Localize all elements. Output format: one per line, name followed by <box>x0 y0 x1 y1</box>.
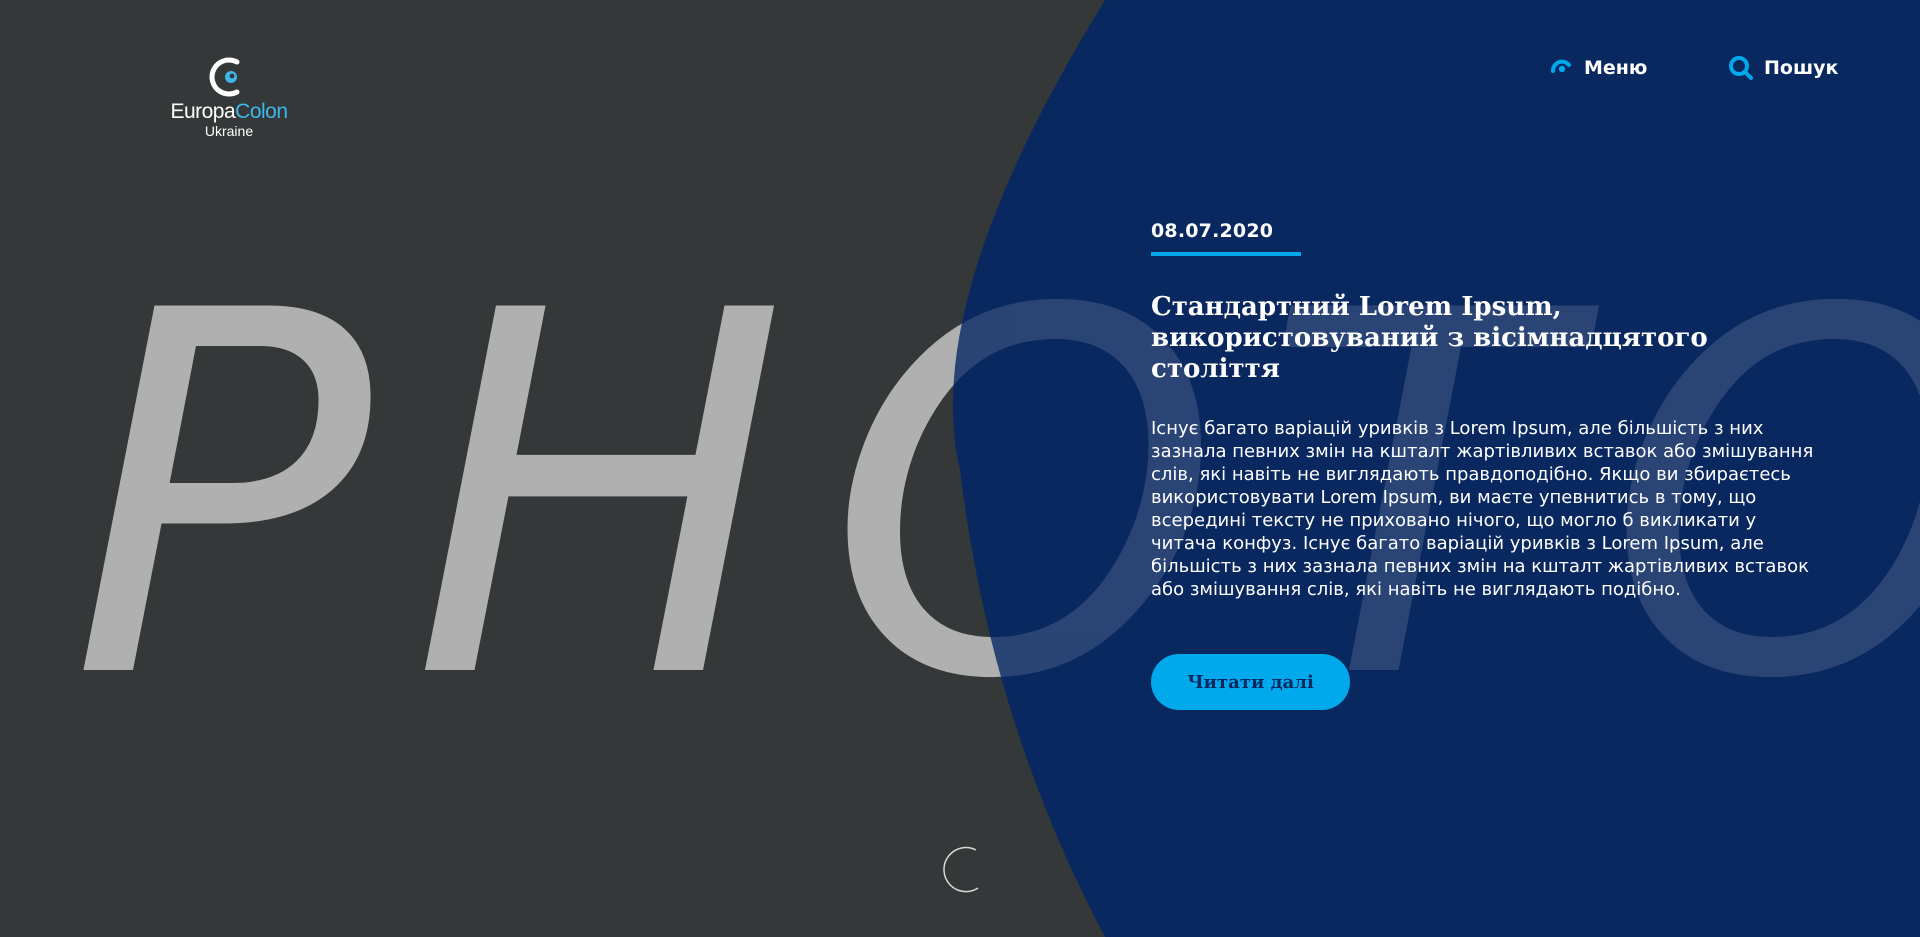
article-body: Існує багато варіацій уривків з Lorem Ip… <box>1151 418 1814 600</box>
article-date: 08.07.2020 <box>1151 220 1274 242</box>
read-more-button[interactable]: Читати далі <box>1151 654 1350 710</box>
search-label: Пошук <box>1764 57 1839 79</box>
top-navigation: Меню Пошук <box>0 52 1920 84</box>
menu-label: Меню <box>1584 57 1648 79</box>
menu-button[interactable]: Меню <box>1548 52 1647 84</box>
search-button[interactable]: Пошук <box>1728 52 1838 84</box>
loading-spinner-icon <box>943 846 979 893</box>
brand-name: EuropaColon <box>170 100 288 123</box>
article-title: Стандартний Lorem Ipsum, використовувани… <box>1151 292 1708 384</box>
brand-subtitle: Ukraine <box>204 123 254 139</box>
news-article: 08.07.2020 Стандартний Lorem Ipsum, вико… <box>1151 220 1831 710</box>
date-underline <box>1151 252 1301 256</box>
search-icon <box>1729 56 1753 80</box>
menu-swirl-icon <box>1551 59 1571 73</box>
